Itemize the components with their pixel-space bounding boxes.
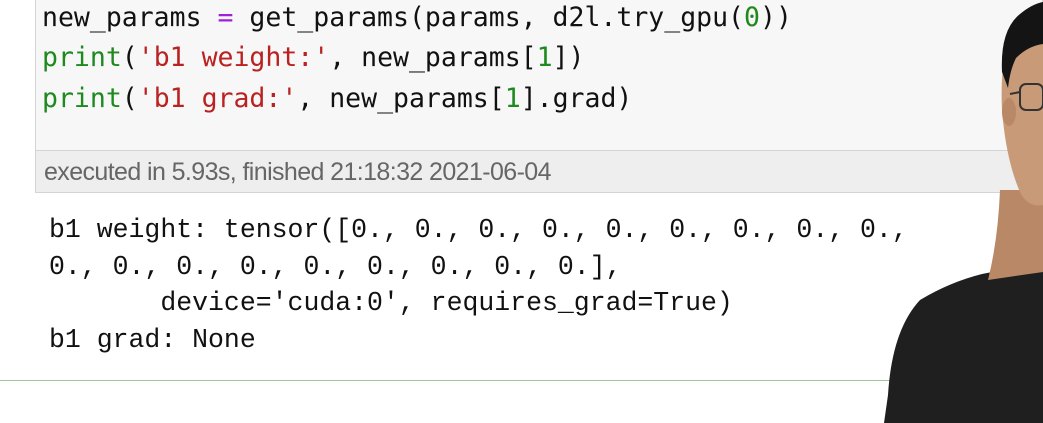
code-line: new_params = get_params(params, d2l.try_… — [42, 2, 792, 34]
code-keyword: print — [42, 42, 122, 73]
output-line: 0., 0., 0., 0., 0., 0., 0., 0., 0.], — [49, 252, 622, 282]
code-token: ].grad) — [520, 83, 633, 114]
code-token: , new_params[ — [329, 42, 537, 73]
notebook-page: new_params = get_params(params, d2l.try_… — [0, 0, 1043, 423]
code-string: 'b1 grad:' — [137, 83, 298, 114]
code-line: print('b1 weight:', new_params[1]) — [42, 42, 585, 74]
output-line: b1 grad: None — [49, 325, 256, 355]
code-operator: = — [217, 2, 234, 33]
presenter-webcam-overlay — [884, 2, 1043, 423]
code-token: get_params(params, d2l.try_gpu( — [233, 2, 745, 33]
code-string: 'b1 weight:' — [137, 42, 330, 73]
code-token: new_params — [42, 2, 218, 33]
code-keyword: print — [42, 83, 122, 114]
output-line: device='cuda:0', requires_grad=True) — [49, 288, 733, 318]
code-line: print('b1 grad:', new_params[1].grad) — [42, 83, 632, 115]
output-line: b1 weight: tensor([0., 0., 0., 0., 0., 0… — [49, 215, 908, 245]
code-number: 1 — [536, 42, 553, 73]
code-number: 1 — [504, 83, 521, 114]
code-token: ]) — [552, 42, 585, 73]
code-token: )) — [759, 2, 792, 33]
code-number: 0 — [744, 2, 760, 33]
code-token: ( — [121, 83, 138, 114]
code-token: ( — [121, 42, 138, 73]
code-token: , new_params[ — [297, 83, 505, 114]
execution-status-text: executed in 5.93s, finished 21:18:32 202… — [44, 158, 552, 186]
